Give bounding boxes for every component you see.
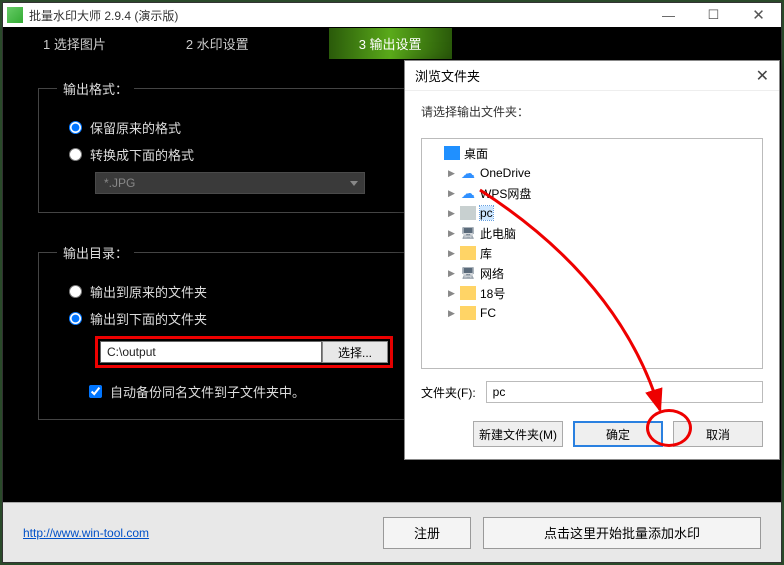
dialog-titlebar: 浏览文件夹 ✕ [405, 61, 779, 91]
tree-item[interactable]: ▶库 [424, 243, 760, 263]
start-button[interactable]: 点击这里开始批量添加水印 [483, 517, 761, 549]
cancel-button[interactable]: 取消 [673, 421, 763, 447]
cloud-icon: ☁ [460, 166, 476, 180]
tree-item-label: pc [480, 206, 493, 220]
expander-icon[interactable]: ▶ [448, 228, 458, 239]
tree-item-label: 网络 [480, 265, 504, 282]
step-3[interactable]: 3 输出设置 [329, 28, 452, 59]
browse-button[interactable]: 选择... [322, 341, 388, 363]
app-icon [7, 7, 23, 23]
desktop-icon [444, 146, 460, 160]
below-dir-radio[interactable] [69, 312, 82, 325]
format-dropdown[interactable]: *.JPG [95, 172, 365, 194]
expander-icon[interactable]: ▶ [448, 288, 458, 299]
step-1[interactable]: 1 选择图片 [43, 34, 106, 53]
dialog-body: 请选择输出文件夹： 桌面 ▶☁OneDrive▶☁WPS网盘▶pc▶🖥此电脑▶库… [405, 91, 779, 459]
folder-name-input[interactable] [486, 381, 763, 403]
footer: http://www.win-tool.com 注册 点击这里开始批量添加水印 [3, 502, 781, 562]
minimize-button[interactable]: — [646, 3, 691, 27]
dialog-close-icon[interactable]: ✕ [756, 66, 769, 86]
browse-folder-dialog: 浏览文件夹 ✕ 请选择输出文件夹： 桌面 ▶☁OneDrive▶☁WPS网盘▶p… [404, 60, 780, 460]
website-link[interactable]: http://www.win-tool.com [23, 526, 371, 540]
dialog-prompt: 请选择输出文件夹： [421, 103, 763, 120]
computer-icon: 🖥 [460, 226, 476, 240]
tree-item-label: WPS网盘 [480, 185, 531, 202]
ok-button[interactable]: 确定 [573, 421, 663, 447]
tree-item-label: 此电脑 [480, 225, 516, 242]
folder-icon [460, 246, 476, 260]
tree-item[interactable]: ▶🖥 此电脑 [424, 223, 760, 243]
new-folder-button[interactable]: 新建文件夹(M) [473, 421, 563, 447]
convert-format-radio[interactable] [69, 148, 82, 161]
tree-item[interactable]: ▶ FC [424, 303, 760, 323]
format-legend: 输出格式： [57, 79, 134, 98]
original-dir-radio[interactable] [69, 285, 82, 298]
tree-item-label: FC [480, 306, 496, 320]
maximize-button[interactable]: ☐ [691, 3, 736, 27]
dialog-actions: 新建文件夹(M) 确定 取消 [421, 421, 763, 447]
cloud-icon: ☁ [460, 186, 476, 200]
tree-item-label: OneDrive [480, 166, 531, 180]
folder-icon [460, 306, 476, 320]
tree-item[interactable]: ▶ pc [424, 203, 760, 223]
step-2[interactable]: 2 水印设置 [186, 34, 249, 53]
expander-icon[interactable]: ▶ [448, 308, 458, 319]
folder-label: 文件夹(F): [421, 384, 476, 401]
dir-legend: 输出目录： [57, 243, 134, 262]
titlebar: 批量水印大师 2.9.4 (演示版) — ☐ ✕ [3, 3, 781, 27]
pc-icon [460, 206, 476, 220]
tree-root[interactable]: 桌面 [424, 143, 760, 163]
backup-checkbox[interactable] [89, 385, 102, 398]
tree-item[interactable]: ▶ 18号 [424, 283, 760, 303]
folder-name-row: 文件夹(F): [421, 381, 763, 403]
folder-icon [460, 286, 476, 300]
tree-item[interactable]: ▶☁ OneDrive [424, 163, 760, 183]
tree-item[interactable]: ▶🖥 网络 [424, 263, 760, 283]
register-button[interactable]: 注册 [383, 517, 471, 549]
tree-item-label: 库 [480, 245, 492, 262]
keep-format-radio[interactable] [69, 121, 82, 134]
window-title: 批量水印大师 2.9.4 (演示版) [29, 7, 646, 24]
expander-icon[interactable]: ▶ [448, 188, 458, 199]
browse-highlight: 选择... [95, 336, 393, 368]
expander-icon[interactable]: ▶ [448, 268, 458, 279]
close-button[interactable]: ✕ [736, 3, 781, 27]
dialog-title: 浏览文件夹 [415, 66, 756, 85]
tree-item-label: 18号 [480, 285, 505, 302]
computer-icon: 🖥 [460, 266, 476, 280]
folder-tree[interactable]: 桌面 ▶☁OneDrive▶☁WPS网盘▶pc▶🖥此电脑▶库▶🖥网络▶18号▶F… [421, 138, 763, 369]
expander-icon[interactable]: ▶ [448, 208, 458, 219]
output-path-input[interactable] [100, 341, 322, 363]
expander-icon[interactable]: ▶ [448, 168, 458, 179]
expander-icon[interactable]: ▶ [448, 248, 458, 259]
step-nav: 1 选择图片 2 水印设置 3 输出设置 [3, 27, 781, 59]
tree-item[interactable]: ▶☁ WPS网盘 [424, 183, 760, 203]
